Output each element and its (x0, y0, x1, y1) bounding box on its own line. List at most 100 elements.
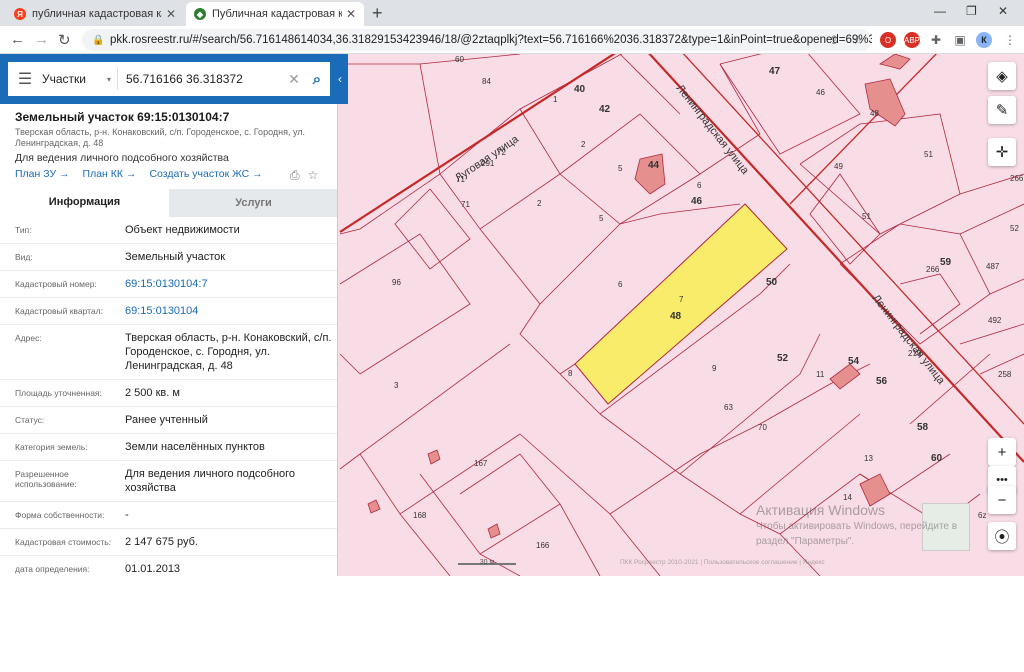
info-row-label: Вид: (15, 252, 33, 262)
plot-label: 7 (679, 295, 684, 304)
info-row: Тип: Объект недвижимости (0, 217, 337, 244)
info-row: Кадастровый номер: 69:15:0130104:7 (0, 271, 337, 298)
create-parcel-link[interactable]: Создать участок ЖС → (149, 168, 262, 180)
search-input[interactable] (118, 72, 284, 86)
tab-info[interactable]: Информация (0, 189, 169, 217)
extensions-puzzle-icon[interactable]: ✚ (928, 32, 944, 48)
ruler-icon[interactable]: ✎ (988, 96, 1016, 124)
info-row-label: Тип: (15, 225, 32, 235)
plot-label: 46 (691, 196, 703, 207)
info-row: Разрешенное использование: Для ведения ли… (0, 461, 337, 502)
plot-label: 60 (931, 453, 943, 464)
tab-services[interactable]: Услуги (169, 189, 337, 217)
plot-label: 63 (724, 403, 733, 412)
info-row: Кадастровый квартал: 69:15:0130104 (0, 298, 337, 325)
plot-label: 42 (599, 104, 611, 115)
favorite-star-icon[interactable]: ☆ (308, 168, 319, 183)
search-doc-icon[interactable]: ⎙ (290, 168, 300, 183)
info-row-label: Адрес: (15, 333, 42, 343)
plot-label: 49 (834, 162, 843, 171)
parcel-actions: ⎙ ☆ (290, 168, 318, 183)
forward-icon[interactable]: → (34, 31, 49, 48)
plot-label: 219 (908, 349, 922, 358)
menu-kebab-icon[interactable]: ⋮ (1002, 32, 1018, 48)
plot-label: 9 (712, 364, 717, 373)
info-row-value: Объект недвижимости (125, 224, 240, 236)
locate-icon[interactable]: ✛ (988, 138, 1016, 166)
layer-select[interactable]: Участки ▾ (42, 68, 118, 90)
plot-label: 84 (482, 77, 491, 86)
reload-icon[interactable]: ↻ (58, 31, 71, 49)
url-text[interactable]: pkk.rosreestr.ru/#/search/56.71614861403… (110, 34, 872, 46)
close-tab-icon[interactable]: ✕ (346, 7, 356, 21)
info-row-label: Площадь уточненная: (15, 388, 102, 398)
restore-icon[interactable]: ❐ (966, 4, 977, 18)
browser-tab-pkk[interactable]: ◆ Публичная кадастровая карта ✕ (186, 2, 364, 26)
profile-avatar[interactable]: К (976, 32, 992, 48)
plot-label: 266 (1010, 174, 1024, 183)
close-tab-icon[interactable]: ✕ (166, 7, 176, 21)
plot-label: 2 (581, 140, 586, 149)
info-panel: Земельный участок 69:15:0130104:7 Тверск… (0, 104, 338, 576)
bookmark-star-icon[interactable]: ☆ (850, 32, 866, 48)
yandex-icon: Я (14, 8, 26, 20)
browser-tab-yandex[interactable]: Я публичная кадастровая карта – ✕ (6, 2, 184, 26)
back-icon[interactable]: ← (10, 31, 25, 48)
extension-adblock-icon[interactable]: ABP (904, 32, 920, 48)
plot-label: 51 (924, 150, 933, 159)
info-row: Вид: Земельный участок (0, 244, 337, 271)
menu-hamburger-icon[interactable]: ☰ (8, 69, 42, 89)
parcel-links: План ЗУ → План КК → Создать участок ЖС → (15, 168, 263, 180)
plot-label: 8 (568, 369, 573, 378)
close-window-icon[interactable]: ✕ (998, 4, 1008, 18)
plot-label: 13 (864, 454, 873, 463)
extension-opera-icon[interactable]: O (880, 32, 896, 48)
zoom-out-button[interactable]: − (988, 486, 1016, 514)
info-row-value: Ранее учтенный (125, 414, 208, 426)
plot-label: 71 (461, 200, 470, 209)
plot-label: 6 (697, 181, 702, 190)
map-scale: 30 м (458, 559, 516, 566)
plot-label: 266 (926, 265, 940, 274)
compass-icon[interactable]: ⦿ (988, 522, 1016, 550)
new-tab-icon[interactable]: + (372, 3, 383, 24)
info-row: Площадь уточненная: 2 500 кв. м (0, 380, 337, 407)
info-row-label: Категория земель: (15, 442, 88, 452)
plot-label: 6 (618, 280, 623, 289)
sidebar-icon[interactable]: ▣ (952, 32, 968, 48)
info-rows: Тип: Объект недвижимости Вид: Земельный уча… (0, 217, 337, 576)
address-bar[interactable]: 🔒 pkk.rosreestr.ru/#/search/56.716148614… (82, 29, 872, 51)
info-row: Статус: Ранее учтенный (0, 407, 337, 434)
info-row: дата определения: 01.01.2013 (0, 556, 337, 576)
info-row-label: Статус: (15, 415, 45, 425)
search-bar: ☰ Участки ▾ ✕ ⌕ ‹ (0, 54, 348, 104)
zoom-in-button[interactable]: + (988, 438, 1016, 466)
plot-label: 52 (777, 353, 789, 364)
plot-label: 291 (481, 159, 495, 168)
plot-label: 60 (455, 55, 464, 64)
plan-zu-link[interactable]: План ЗУ → (15, 168, 70, 180)
plot-label: 5 (599, 214, 604, 223)
info-row-value: Для ведения личного подсобного хозяйства (125, 468, 296, 494)
chevron-down-icon: ▾ (106, 74, 111, 84)
minimize-icon[interactable]: — (934, 4, 946, 18)
plot-label: 96 (392, 278, 401, 287)
plot-label: 258 (998, 370, 1012, 379)
clear-search-icon[interactable]: ✕ (284, 71, 304, 88)
search-icon[interactable]: ⌕ (304, 71, 330, 88)
plan-kk-link[interactable]: План КК → (83, 168, 137, 180)
search-box: ☰ Участки ▾ ✕ ⌕ (8, 62, 330, 96)
browser-toolbar: ← → ↻ 🔒 pkk.rosreestr.ru/#/search/56.716… (0, 26, 1024, 54)
info-row-label: Форма собственности: (15, 510, 105, 520)
info-row-link[interactable]: 69:15:0130104:7 (125, 277, 335, 291)
info-row-link[interactable]: 69:15:0130104 (125, 304, 335, 318)
share-icon[interactable]: ⇪ (826, 32, 842, 48)
tab-title: публичная кадастровая карта – (32, 8, 162, 20)
collapse-panel-icon[interactable]: ‹ (338, 72, 342, 86)
info-row-value: Земли населённых пунктов (125, 441, 265, 453)
plot-label: 44 (648, 160, 660, 171)
panel-tabs: Информация Услуги (0, 189, 337, 217)
watermark-line2: Чтобы активировать Windows, перейдите в (756, 521, 958, 532)
plot-label: 71 (456, 175, 465, 184)
layers-icon[interactable]: ◈ (988, 62, 1016, 90)
